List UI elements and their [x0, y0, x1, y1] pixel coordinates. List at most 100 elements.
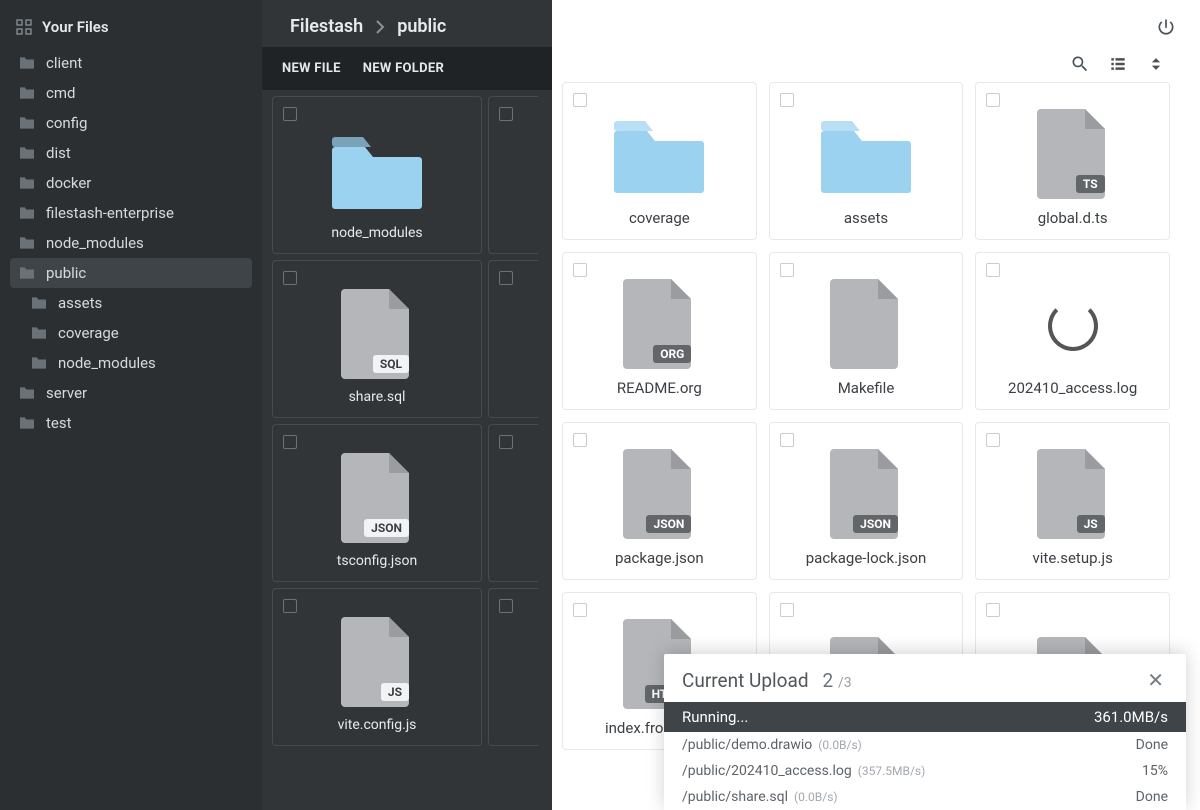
sidebar-item-label: node_modules [58, 354, 156, 372]
sidebar-item-client[interactable]: client [10, 48, 252, 78]
upload-status: Done [1136, 789, 1168, 805]
sidebar-item-public[interactable]: public [10, 258, 252, 288]
file-label: package.json [615, 549, 704, 567]
file-tile[interactable]: JSvite.setup.js [975, 422, 1170, 580]
upload-path: /public/202410_access.log [682, 763, 852, 779]
checkbox[interactable] [499, 107, 513, 121]
sidebar-item-label: coverage [58, 324, 119, 342]
checkbox[interactable] [573, 433, 587, 447]
upload-count: 2 /3 [823, 669, 852, 692]
checkbox[interactable] [499, 599, 513, 613]
file-tile-partial[interactable] [488, 424, 538, 582]
file-tile[interactable]: JSvite.config.js [272, 588, 482, 746]
upload-running-speed: 361.0MB/s [1094, 708, 1168, 726]
upload-row: /public/demo.drawio(0.0B/s)Done [664, 732, 1186, 758]
file-tile[interactable]: SQLshare.sql [272, 260, 482, 418]
sidebar-item-label: client [46, 54, 82, 72]
file-tile[interactable]: JSONtsconfig.json [272, 424, 482, 582]
checkbox[interactable] [986, 603, 1000, 617]
file-label: vite.config.js [338, 717, 417, 733]
sidebar-item-config[interactable]: config [10, 108, 252, 138]
checkbox[interactable] [780, 433, 794, 447]
sidebar-item-label: config [46, 114, 87, 132]
upload-path: /public/share.sql [682, 789, 788, 805]
upload-speed: (357.5MB/s) [858, 764, 926, 778]
new-file-button[interactable]: NEW FILE [282, 61, 341, 76]
checkbox[interactable] [986, 263, 1000, 277]
sidebar-item-assets[interactable]: assets [10, 288, 252, 318]
checkbox[interactable] [499, 271, 513, 285]
upload-status: 15% [1142, 763, 1168, 779]
file-tile-partial[interactable] [488, 588, 538, 746]
upload-running-label: Running... [682, 708, 748, 726]
search-icon[interactable] [1070, 54, 1090, 74]
file-tile[interactable]: 202410_access.log [975, 252, 1170, 410]
file-label: Makefile [838, 379, 895, 397]
file-label: vite.setup.js [1033, 549, 1113, 567]
dark-file-panel: Filestash public NEW FILE NEW FOLDER nod… [262, 0, 552, 810]
sidebar-item-filestash-enterprise[interactable]: filestash-enterprise [10, 198, 252, 228]
file-tile[interactable]: Makefile [769, 252, 964, 410]
file-tile[interactable]: JSONpackage.json [562, 422, 757, 580]
checkbox[interactable] [573, 263, 587, 277]
checkbox[interactable] [780, 93, 794, 107]
sidebar-item-dist[interactable]: dist [10, 138, 252, 168]
sidebar-item-docker[interactable]: docker [10, 168, 252, 198]
folder-icon [18, 116, 36, 130]
checkbox[interactable] [283, 599, 297, 613]
sidebar-item-label: cmd [46, 84, 75, 102]
file-label: assets [844, 209, 888, 227]
sidebar-item-test[interactable]: test [10, 408, 252, 438]
folder-icon [18, 416, 36, 430]
folder-icon [18, 86, 36, 100]
sort-icon[interactable] [1146, 54, 1166, 74]
checkbox[interactable] [986, 433, 1000, 447]
file-tile-partial[interactable] [488, 96, 538, 254]
folder-icon [18, 266, 36, 280]
folder-icon [18, 176, 36, 190]
sidebar-item-label: dist [46, 144, 71, 162]
upload-running-row: Running... 361.0MB/s [664, 702, 1186, 732]
file-tile[interactable]: node_modules [272, 96, 482, 254]
breadcrumb: Filestash public [262, 0, 552, 47]
sidebar-title: Your Files [42, 18, 109, 36]
close-icon[interactable]: ✕ [1143, 668, 1168, 692]
file-tile[interactable]: TSglobal.d.ts [975, 82, 1170, 240]
checkbox[interactable] [780, 603, 794, 617]
new-folder-button[interactable]: NEW FOLDER [363, 61, 444, 76]
checkbox[interactable] [283, 435, 297, 449]
light-file-panel: coverage assets TSglobal.d.ts ORGREADME.org… [552, 0, 1200, 810]
file-tile[interactable]: JSONpackage-lock.json [769, 422, 964, 580]
upload-status: Done [1136, 737, 1168, 753]
folder-icon [30, 296, 48, 310]
file-tile-partial[interactable] [488, 260, 538, 418]
sidebar-item-label: assets [58, 294, 102, 312]
sidebar-item-server[interactable]: server [10, 378, 252, 408]
sidebar-item-cmd[interactable]: cmd [10, 78, 252, 108]
checkbox[interactable] [573, 603, 587, 617]
upload-row: /public/share.sql(0.0B/s)Done [664, 784, 1186, 810]
breadcrumb-root[interactable]: Filestash [290, 16, 363, 37]
file-tile[interactable]: ORGREADME.org [562, 252, 757, 410]
upload-panel: Current Upload 2 /3 ✕ Running... 361.0MB… [664, 654, 1186, 810]
folder-icon [30, 326, 48, 340]
sidebar-item-node_modules[interactable]: node_modules [10, 228, 252, 258]
checkbox[interactable] [573, 93, 587, 107]
list-view-icon[interactable] [1108, 54, 1128, 74]
chevron-right-icon [375, 20, 385, 34]
checkbox[interactable] [283, 107, 297, 121]
checkbox[interactable] [499, 435, 513, 449]
upload-total: /3 [838, 675, 852, 691]
file-label: tsconfig.json [337, 553, 417, 569]
checkbox[interactable] [780, 263, 794, 277]
file-label: share.sql [349, 389, 406, 405]
checkbox[interactable] [283, 271, 297, 285]
sidebar-item-node_modules[interactable]: node_modules [10, 348, 252, 378]
checkbox[interactable] [986, 93, 1000, 107]
sidebar-header: Your Files [10, 18, 252, 48]
action-bar: NEW FILE NEW FOLDER [262, 47, 552, 90]
power-icon[interactable] [1156, 17, 1176, 37]
sidebar-item-coverage[interactable]: coverage [10, 318, 252, 348]
file-tile[interactable]: coverage [562, 82, 757, 240]
file-tile[interactable]: assets [769, 82, 964, 240]
